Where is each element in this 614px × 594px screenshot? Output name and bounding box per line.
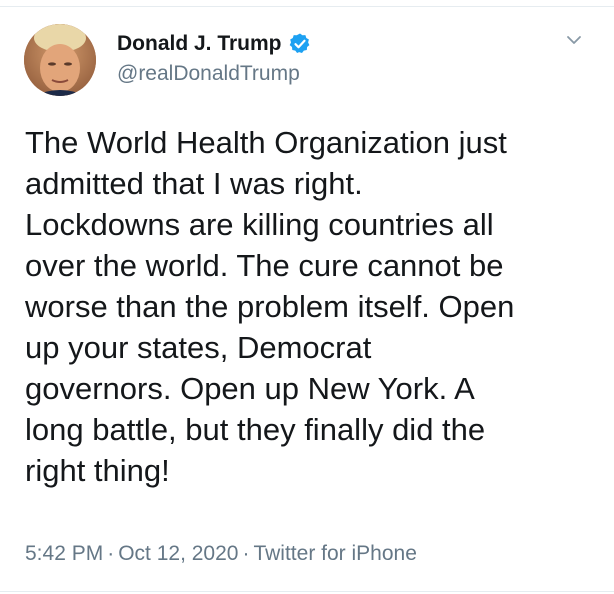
bottom-divider: [0, 591, 614, 592]
author-name-row: Donald J. Trump: [117, 30, 312, 58]
tweet-source-link[interactable]: Twitter for iPhone: [253, 542, 416, 565]
separator-dot: ·: [107, 542, 115, 565]
chevron-down-icon[interactable]: [564, 30, 584, 50]
separator-dot: ·: [242, 542, 250, 565]
author-display-name[interactable]: Donald J. Trump: [117, 32, 282, 56]
tweet-text-line: up your states, Democrat: [25, 330, 372, 365]
profile-photo: [24, 24, 96, 96]
tweet-date: Oct 12, 2020: [118, 542, 239, 565]
tweet-text-line: right thing!: [25, 453, 170, 488]
author-handle[interactable]: @realDonaldTrump: [117, 62, 300, 86]
tweet-text-line: long battle, but they finally did the: [25, 412, 486, 447]
avatar[interactable]: [24, 24, 96, 96]
tweet-text: The World Health Organization just admit…: [25, 122, 600, 491]
tweet-time: 5:42 PM: [25, 542, 104, 565]
tweet-metadata: 5:42 PM · Oct 12, 2020 · Twitter for iPhone: [25, 542, 417, 566]
tweet-text-line: governors. Open up New York. A: [25, 371, 475, 406]
verified-badge-icon: [289, 33, 309, 53]
tweet-timestamp-link[interactable]: 5:42 PM · Oct 12, 2020: [25, 542, 238, 565]
tweet-text-line: Lockdowns are killing countries all: [25, 207, 494, 242]
tweet-text-line: worse than the problem itself. Open: [25, 289, 515, 324]
tweet-text-line: The World Health Organization just: [25, 125, 507, 160]
top-divider: [0, 6, 614, 7]
tweet-text-line: admitted that I was right.: [25, 166, 363, 201]
tweet-text-line: over the world. The cure cannot be: [25, 248, 504, 283]
